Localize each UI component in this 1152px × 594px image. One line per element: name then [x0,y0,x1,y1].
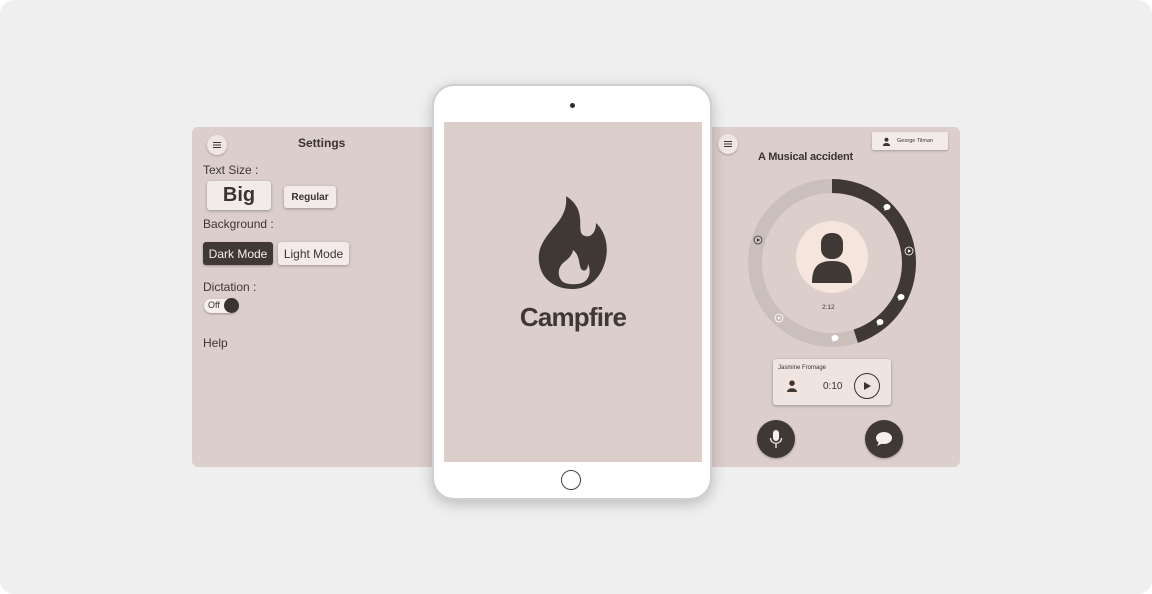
dictation-label: Dictation : [203,280,257,294]
hamburger-icon [724,141,732,147]
microphone-icon [769,430,783,448]
elapsed-time: 2:12 [822,304,835,311]
background-label: Background : [203,217,274,231]
track-title: A Musical accident [758,151,854,163]
user-chip[interactable]: George Tilman [872,132,948,150]
dark-mode-button[interactable]: Dark Mode [203,242,273,265]
player-screen: George Tilman A Musical accident 2:12 Ja… [706,127,960,467]
chat-button[interactable] [865,420,903,458]
tablet-device: Campfire [432,84,712,500]
voice-message-card[interactable]: Jasmine Fromage 0:10 [773,359,891,405]
record-button[interactable] [757,420,795,458]
light-mode-button[interactable]: Light Mode [278,242,349,265]
user-name: George Tilman [897,138,934,144]
text-size-regular-button[interactable]: Regular [284,186,336,208]
home-button[interactable] [561,470,581,490]
menu-button[interactable] [207,135,227,155]
user-icon [882,137,891,146]
user-icon [812,233,852,283]
user-icon [787,380,797,392]
message-duration: 0:10 [823,381,843,392]
camera [570,103,575,108]
message-author: Jasmine Fromage [778,365,827,371]
chat-bubble-icon [876,432,892,446]
avatar [796,221,868,293]
flame-icon [538,196,607,289]
hamburger-icon [213,142,221,148]
toggle-state-label: Off [208,300,220,310]
play-button[interactable] [854,373,880,399]
splash-screen: Campfire [444,122,702,462]
text-size-label: Text Size : [203,163,259,177]
play-icon [864,382,871,390]
app-name: Campfire [519,302,627,332]
page-title: Settings [298,136,346,150]
help-link[interactable]: Help [203,336,228,350]
showcase-canvas: Settings Text Size : Big Regular Backgro… [0,0,1152,594]
settings-screen: Settings Text Size : Big Regular Backgro… [192,127,442,467]
toggle-knob [224,298,239,313]
avatar [783,377,801,395]
dictation-toggle[interactable]: Off [204,298,239,313]
menu-button[interactable] [718,134,738,154]
text-size-big-button[interactable]: Big [207,181,271,210]
